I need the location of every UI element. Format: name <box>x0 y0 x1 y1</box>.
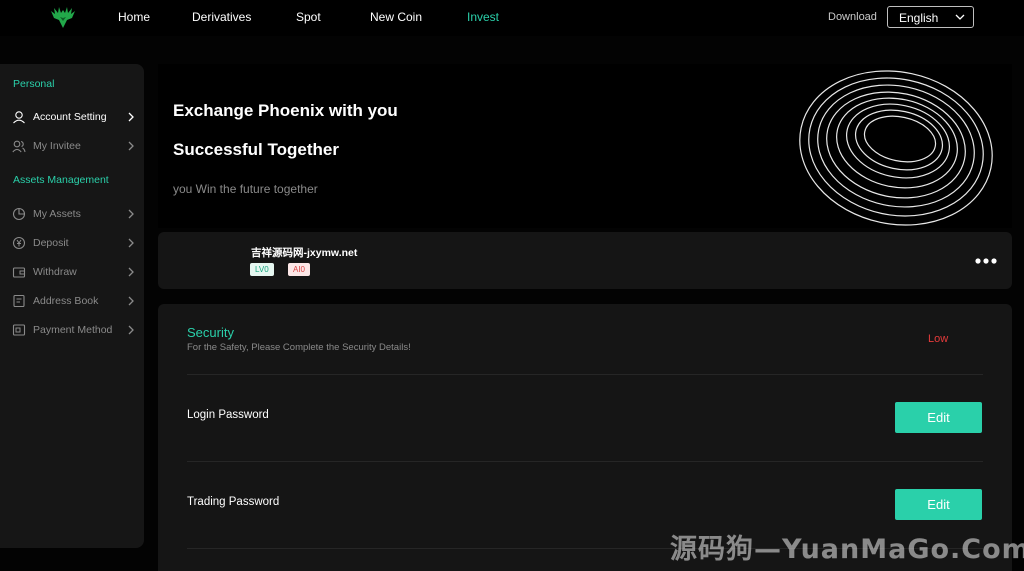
user-name: 吉祥源码网-jxymw.net <box>251 247 358 259</box>
chevron-right-icon <box>128 296 134 306</box>
top-navbar: Home Derivatives Spot New Coin Invest Do… <box>0 0 1024 36</box>
book-icon <box>13 294 25 308</box>
nav-new-coin[interactable]: New Coin <box>370 10 422 24</box>
sidebar-item-label: My Invitee <box>33 140 81 152</box>
hero-title-line2: Successful Together <box>173 140 339 159</box>
pie-chart-icon <box>12 207 26 221</box>
ai-badge: AI0 <box>288 263 311 276</box>
chevron-right-icon <box>128 209 134 219</box>
chevron-down-icon <box>955 14 965 20</box>
nav-invest[interactable]: Invest <box>467 10 499 24</box>
hero-subtitle: you Win the future together <box>173 182 318 196</box>
sidebar-item-account-setting[interactable]: Account Setting <box>0 106 144 128</box>
language-select-value: English <box>899 11 939 25</box>
trading-password-label: Trading Password <box>187 496 280 508</box>
nav-derivatives[interactable]: Derivatives <box>192 10 251 24</box>
security-level-badge: Low <box>928 333 949 345</box>
sidebar-item-withdraw[interactable]: Withdraw <box>0 261 144 283</box>
sidebar-item-label: Account Setting <box>33 111 107 123</box>
wallet-icon <box>12 267 26 278</box>
sidebar-item-my-assets[interactable]: My Assets <box>0 203 144 225</box>
sidebar-group-assets: Assets Management <box>13 174 109 186</box>
edit-login-password-button[interactable]: Edit <box>895 402 982 433</box>
nav-spot[interactable]: Spot <box>296 10 321 24</box>
sidebar: Personal Account Setting My Invitee Asse… <box>0 64 144 548</box>
coin-icon <box>12 236 26 250</box>
sidebar-item-label: Deposit <box>33 237 69 249</box>
phoenix-logo-icon[interactable] <box>50 5 76 29</box>
sidebar-item-label: Withdraw <box>33 266 77 278</box>
sidebar-item-address-book[interactable]: Address Book <box>0 290 144 312</box>
security-subtitle: For the Safety, Please Complete the Secu… <box>187 342 411 353</box>
level-badge: LV0 <box>250 263 274 276</box>
more-options-icon[interactable] <box>974 254 998 268</box>
edit-trading-password-button[interactable]: Edit <box>895 489 982 520</box>
sidebar-item-label: My Assets <box>33 208 81 220</box>
hero-banner: Exchange Phoenix with you Successful Tog… <box>158 64 1012 228</box>
sidebar-item-label: Address Book <box>33 295 99 307</box>
security-title: Security <box>187 325 234 340</box>
chevron-right-icon <box>128 141 134 151</box>
divider <box>187 374 983 375</box>
sidebar-item-my-invitee[interactable]: My Invitee <box>0 135 144 157</box>
user-icon <box>13 111 25 124</box>
sidebar-item-label: Payment Method <box>33 324 113 336</box>
chevron-right-icon <box>128 325 134 335</box>
sidebar-item-deposit[interactable]: Deposit <box>0 232 144 254</box>
chevron-right-icon <box>128 267 134 277</box>
users-icon <box>12 140 26 153</box>
sidebar-group-personal: Personal <box>13 78 55 90</box>
login-password-label: Login Password <box>187 409 269 421</box>
watermark-text: 源码狗—YuanMaGo.Com <box>670 534 1024 565</box>
language-select[interactable]: English <box>887 6 974 28</box>
download-link[interactable]: Download <box>828 11 877 23</box>
card-icon <box>12 324 26 336</box>
sidebar-item-payment-method[interactable]: Payment Method <box>0 319 144 341</box>
hero-title-line1: Exchange Phoenix with you <box>173 101 398 120</box>
torus-illustration-icon <box>799 70 993 226</box>
chevron-right-icon <box>128 112 134 122</box>
user-info-card: 吉祥源码网-jxymw.net LV0 AI0 <box>158 232 1012 289</box>
divider <box>187 461 983 462</box>
nav-home[interactable]: Home <box>118 10 150 24</box>
chevron-right-icon <box>128 238 134 248</box>
